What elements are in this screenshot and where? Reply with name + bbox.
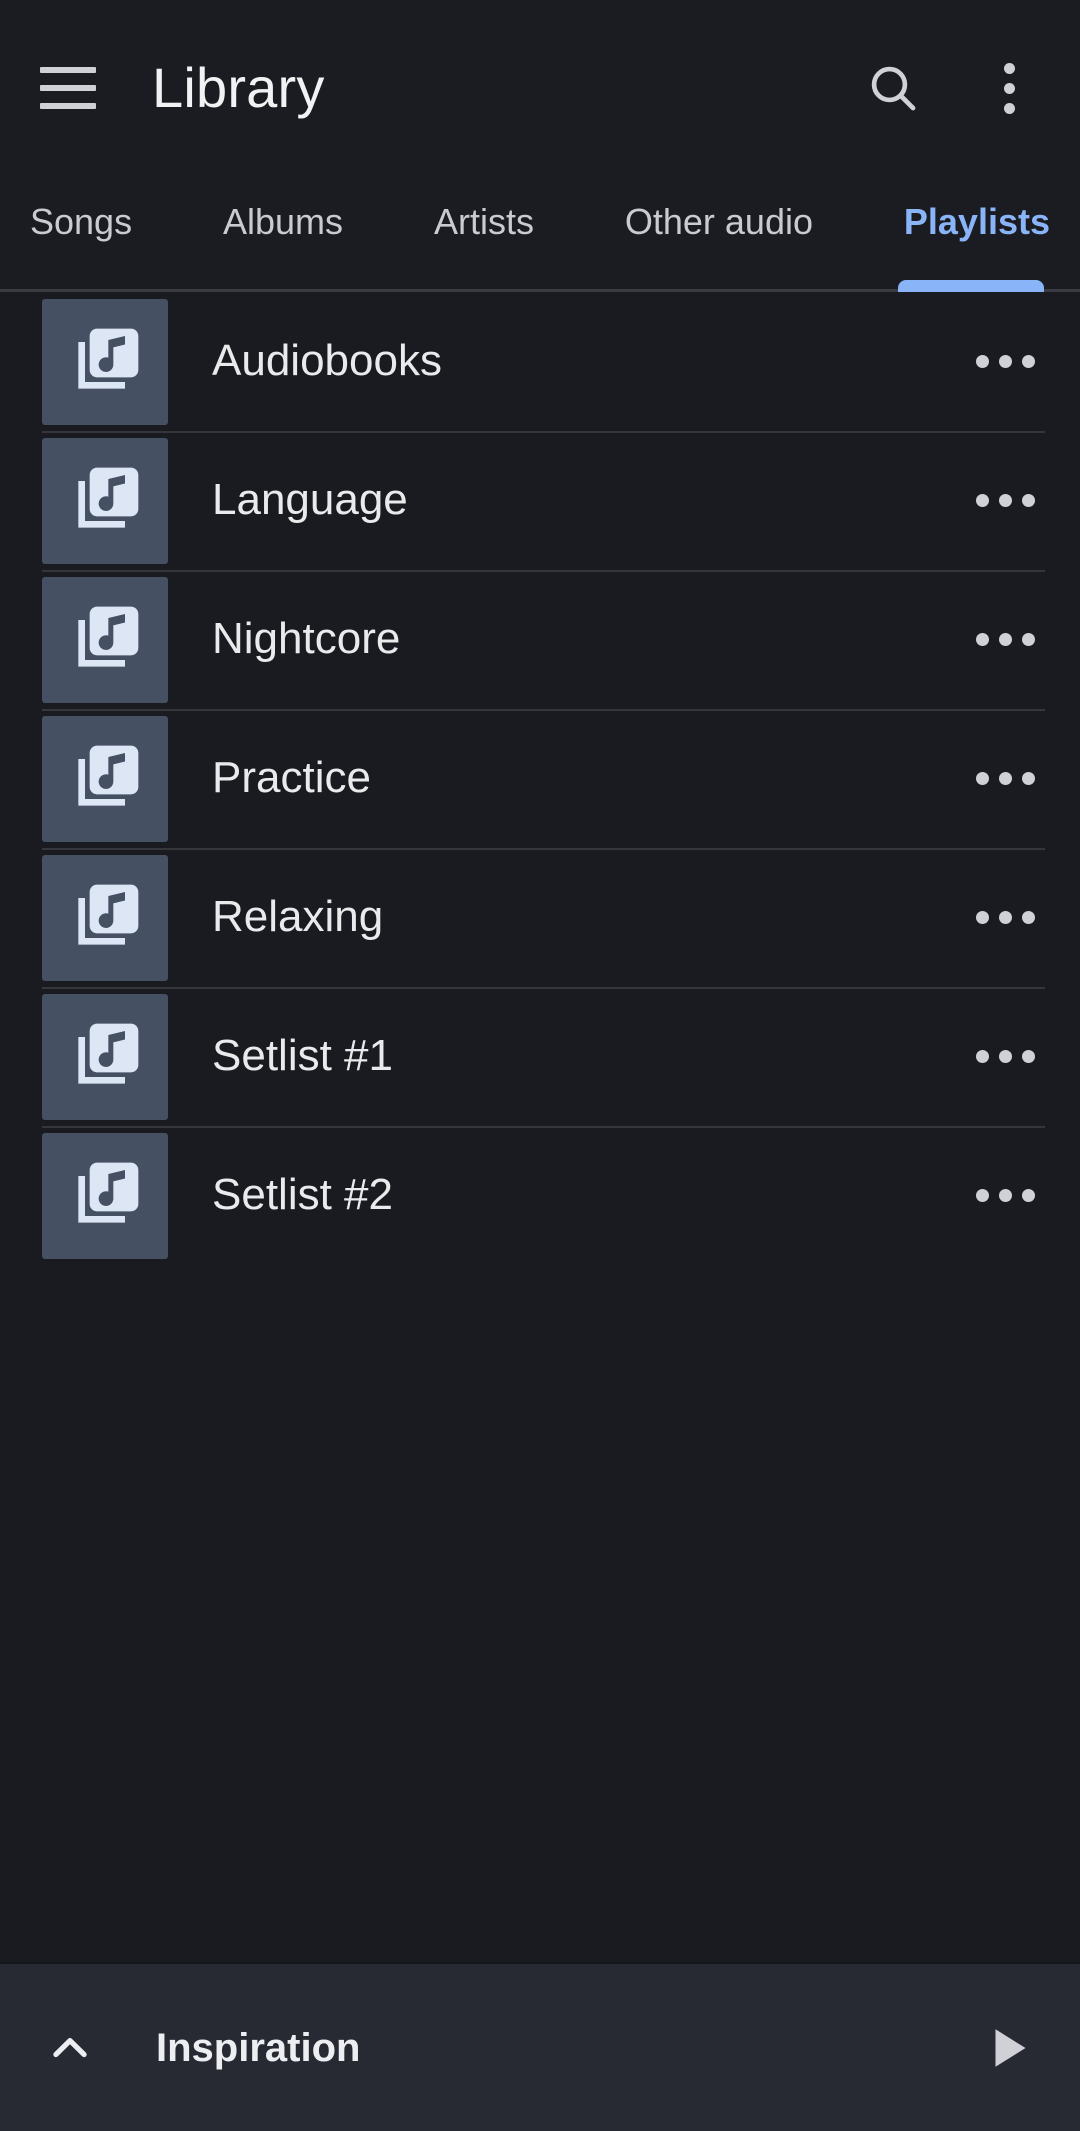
dot-2: [998, 355, 1012, 368]
more-horiz-icon[interactable]: [950, 724, 1060, 834]
more-horiz-icon[interactable]: [950, 1002, 1060, 1112]
dot-2: [998, 633, 1012, 646]
more-horiz-icon[interactable]: [950, 1141, 1060, 1251]
mini-player-bar[interactable]: Inspiration: [0, 1962, 1080, 2131]
more-horiz-icon[interactable]: [950, 307, 1060, 417]
dot-1: [975, 633, 989, 646]
more-vert-icon[interactable]: [974, 53, 1044, 123]
playlist-name: Language: [212, 476, 408, 525]
more-horiz-icon[interactable]: [950, 446, 1060, 556]
library-tab-bar: Songs Albums Artists Other audio Playlis…: [0, 176, 1080, 292]
dot-1: [975, 1050, 989, 1063]
app-bar: Library: [0, 0, 1080, 176]
more-horiz-dots: [975, 911, 1035, 924]
more-horiz-icon[interactable]: [950, 863, 1060, 973]
more-horiz-dots: [975, 355, 1035, 368]
tab-albums[interactable]: Albums: [223, 204, 343, 240]
dot-1: [975, 772, 989, 785]
list-item[interactable]: Language: [0, 431, 1080, 570]
dot-2: [998, 1189, 1012, 1202]
dot-3: [1021, 355, 1035, 368]
menu-bar-2: [40, 85, 96, 91]
dot-2: [1003, 82, 1015, 94]
dot-1: [1003, 62, 1015, 74]
dot-3: [1021, 772, 1035, 785]
play-icon[interactable]: [962, 2002, 1054, 2094]
more-vert-dots: [1003, 62, 1015, 114]
dot-3: [1021, 1189, 1035, 1202]
library-music-icon: [42, 437, 168, 564]
dot-2: [998, 1050, 1012, 1063]
playlist-name: Practice: [212, 754, 371, 803]
tabs-row: Songs Albums Artists Other audio Playlis…: [30, 176, 1050, 268]
playlist-name: Audiobooks: [212, 337, 442, 386]
hamburger-menu-icon[interactable]: [40, 57, 102, 119]
list-item[interactable]: Setlist #2: [0, 1126, 1080, 1265]
library-music-icon: [42, 993, 168, 1120]
library-music-icon: [42, 854, 168, 981]
library-music-icon: [42, 576, 168, 703]
list-item[interactable]: Audiobooks: [0, 292, 1080, 431]
dot-1: [975, 494, 989, 507]
playlist-name: Nightcore: [212, 615, 401, 664]
list-item[interactable]: Practice: [0, 709, 1080, 848]
tab-songs[interactable]: Songs: [30, 204, 132, 240]
dot-3: [1021, 633, 1035, 646]
dot-2: [998, 494, 1012, 507]
playlist-name: Relaxing: [212, 893, 384, 942]
chevron-up-icon[interactable]: [28, 2006, 112, 2090]
more-horiz-dots: [975, 1050, 1035, 1063]
dot-3: [1021, 494, 1035, 507]
dot-1: [975, 911, 989, 924]
dot-2: [998, 772, 1012, 785]
dot-3: [1021, 1050, 1035, 1063]
tab-other-audio[interactable]: Other audio: [625, 204, 813, 240]
more-horiz-dots: [975, 633, 1035, 646]
list-item[interactable]: Relaxing: [0, 848, 1080, 987]
tab-playlists[interactable]: Playlists: [904, 204, 1050, 240]
dot-3: [1021, 911, 1035, 924]
page-title: Library: [152, 56, 325, 119]
music-library-screen: Library Songs Albums Artists Other audio…: [0, 0, 1080, 2131]
more-horiz-dots: [975, 1189, 1035, 1202]
playlist-name: Setlist #2: [212, 1171, 393, 1220]
library-music-icon: [42, 1132, 168, 1259]
tab-active-indicator: [898, 280, 1044, 292]
dot-1: [975, 1189, 989, 1202]
library-music-icon: [42, 715, 168, 842]
list-item[interactable]: Nightcore: [0, 570, 1080, 709]
library-music-icon: [42, 298, 168, 425]
playlist-list[interactable]: Audiobooks Language Nightcore Practice R…: [0, 292, 1080, 1962]
dot-2: [998, 911, 1012, 924]
search-icon[interactable]: [858, 53, 928, 123]
app-bar-actions: [858, 53, 1080, 123]
playlist-name: Setlist #1: [212, 1032, 393, 1081]
menu-bar-1: [40, 67, 96, 73]
more-horiz-dots: [975, 772, 1035, 785]
more-horiz-icon[interactable]: [950, 585, 1060, 695]
dot-3: [1003, 102, 1015, 114]
now-playing-title: Inspiration: [156, 2025, 361, 2070]
tab-artists[interactable]: Artists: [434, 204, 534, 240]
list-item[interactable]: Setlist #1: [0, 987, 1080, 1126]
dot-1: [975, 355, 989, 368]
menu-bar-3: [40, 103, 96, 109]
more-horiz-dots: [975, 494, 1035, 507]
